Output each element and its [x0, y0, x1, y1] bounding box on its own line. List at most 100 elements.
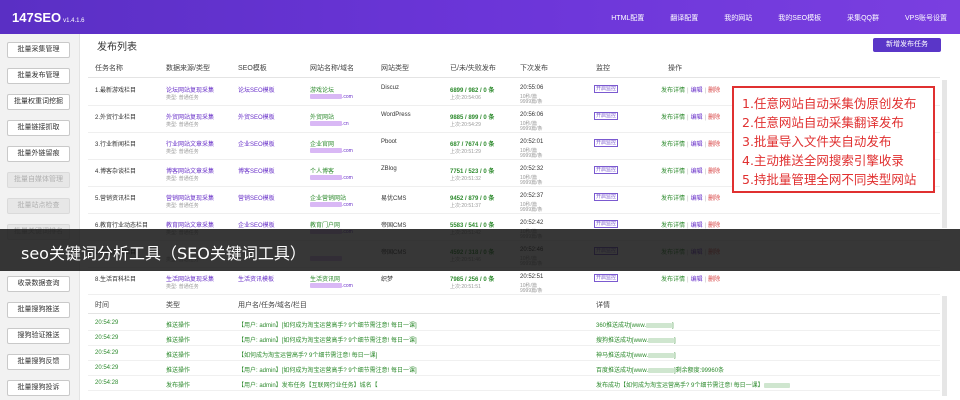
top-bar: 147SEO v1.4.1.6 HTML配置 翻译配置 我的网站 我的SEO模板 … [0, 0, 960, 34]
task-site-type: WordPress [381, 112, 411, 118]
callout-line-1: 1.任意网站自动采集伪原创发布 [742, 96, 917, 111]
masked-url [763, 382, 790, 388]
masked-url [648, 337, 675, 343]
sidebar-item-sogou-push[interactable]: 批量搜狗推送 [7, 302, 70, 318]
sidebar: 批量采集管理 批量发布管理 批量权重词挖掘 批量链接抓取 批量外链留痕 批量自媒… [0, 34, 80, 400]
sidebar-item-link-crawl[interactable]: 批量链接抓取 [7, 120, 70, 136]
sidebar-item-site-check[interactable]: 批量站点检查 [7, 198, 70, 214]
sidebar-item-publish[interactable]: 批量发布管理 [7, 68, 70, 84]
detail-link[interactable]: 发布详情 [661, 196, 685, 202]
task-source[interactable]: 博客网站文章采集 [166, 166, 214, 175]
sidebar-item-sogou-feedback[interactable]: 批量搜狗反馈 [7, 354, 70, 370]
new-task-button[interactable]: 新增发布任务 [873, 38, 941, 52]
log-scrollbar[interactable] [942, 296, 947, 396]
feature-callout: 1.任意网站自动采集伪原创发布 2.任意网站自动采集翻译发布 3.批量导入文件夹… [732, 86, 935, 193]
task-source[interactable]: 行业网站文章采集 [166, 139, 214, 148]
task-source[interactable]: 营销网站复现采集 [166, 193, 214, 202]
task-sub-type: 类型: 普通任务 [166, 95, 199, 101]
task-next-time: 20:52:01 [520, 139, 544, 145]
task-next-time: 20:52:37 [520, 193, 544, 199]
task-site-name[interactable]: 外贸网站 [310, 112, 334, 121]
edit-link[interactable]: 编辑 [691, 142, 703, 148]
task-seo-template[interactable]: 企业SEO模板 [238, 220, 275, 229]
sidebar-item-collect[interactable]: 批量采集管理 [7, 42, 70, 58]
task-seo-template[interactable]: 外贸SEO模板 [238, 112, 275, 121]
monitor-toggle[interactable]: 开启监控 [594, 193, 618, 201]
log-type: 推送操作 [166, 353, 191, 359]
task-site-name[interactable]: 企业营销网站 [310, 193, 346, 202]
delete-link[interactable]: 删除 [708, 277, 720, 283]
delete-link[interactable]: 删除 [708, 196, 720, 202]
task-source[interactable]: 外贸网站复现采集 [166, 112, 214, 121]
log-type: 推送操作 [166, 323, 191, 329]
task-site-type: 帝国CMS [381, 223, 407, 229]
detail-link[interactable]: 发布详情 [661, 169, 685, 175]
callout-line-4: 4.主动推送全网搜索引擎收录 [742, 153, 904, 168]
monitor-toggle[interactable]: 开启监控 [594, 112, 618, 120]
sidebar-item-sogou-verify[interactable]: 搜狗验证推送 [7, 328, 70, 344]
log-row: 20:54:29 推送操作 【用户: admin】[如何成为淘宝运营高手? 9个细节… [88, 361, 940, 376]
task-site-name[interactable]: 个人博客 [310, 166, 334, 175]
task-site-name[interactable]: 教育门户网 [310, 220, 340, 229]
task-sub-type: 类型: 普通任务 [166, 176, 199, 182]
task-stats: 9452 / 879 / 0 条 [450, 196, 495, 202]
detail-link[interactable]: 发布详情 [661, 277, 685, 283]
edit-link[interactable]: 编辑 [691, 169, 703, 175]
task-site-domain: .com [310, 94, 353, 100]
task-site-name[interactable]: 游戏论坛 [310, 85, 334, 94]
monitor-toggle[interactable]: 开启监控 [594, 220, 618, 228]
monitor-toggle[interactable]: 开启监控 [594, 274, 618, 282]
page-title: 发布列表 [97, 42, 137, 53]
edit-link[interactable]: 编辑 [691, 277, 703, 283]
sidebar-item-sogou-complaint[interactable]: 批量搜狗投诉 [7, 380, 70, 396]
log-time: 20:54:29 [95, 365, 119, 371]
delete-link[interactable]: 删除 [708, 115, 720, 121]
task-name: 3.行业新闻栏目 [95, 142, 137, 148]
nav-translate-config[interactable]: 翻译配置 [657, 0, 711, 34]
log-type: 推送操作 [166, 368, 191, 374]
sidebar-item-backlinks[interactable]: 批量外链留痕 [7, 146, 70, 162]
col-ops: 操作 [668, 65, 682, 72]
monitor-toggle[interactable]: 开启监控 [594, 166, 618, 174]
task-source[interactable]: 教育网站文章采集 [166, 220, 214, 229]
delete-link[interactable]: 删除 [708, 88, 720, 94]
task-seo-template[interactable]: 生活资讯模板 [238, 274, 274, 283]
nav-my-sites[interactable]: 我的网站 [711, 0, 765, 34]
delete-link[interactable]: 删除 [708, 169, 720, 175]
log-col-detail: 详情 [596, 302, 610, 309]
app-logo[interactable]: 147SEO v1.4.1.6 [12, 10, 85, 25]
task-seo-template[interactable]: 营销SEO模板 [238, 193, 275, 202]
detail-link[interactable]: 发布详情 [661, 115, 685, 121]
task-seo-template[interactable]: 论坛SEO模板 [238, 85, 275, 94]
task-source[interactable]: 生活网站复现采集 [166, 274, 214, 283]
delete-link[interactable]: 删除 [708, 142, 720, 148]
col-monitor: 监控 [596, 65, 610, 72]
col-task-name: 任务名称 [95, 65, 123, 72]
detail-link[interactable]: 发布详情 [661, 88, 685, 94]
log-row: 20:54:29 推送操作 【用户: admin】[如何成为淘宝运营高手? 9个细节… [88, 316, 940, 331]
task-site-name[interactable]: 生活资讯网 [310, 274, 340, 283]
edit-link[interactable]: 编辑 [691, 196, 703, 202]
monitor-toggle[interactable]: 开启监控 [594, 139, 618, 147]
row-actions: 发布详情|编辑|删除 [661, 115, 721, 121]
table-scrollbar[interactable] [942, 80, 947, 228]
nav-html-config[interactable]: HTML配置 [598, 0, 657, 34]
log-desc: 【用户: admin】[如何成为淘宝运营高手? 9个细节需注意! 每日一课] [238, 368, 417, 374]
log-detail: 360推送成功[www.] [596, 322, 674, 329]
sidebar-item-media[interactable]: 批量自媒体管理 [7, 172, 70, 188]
edit-link[interactable]: 编辑 [691, 88, 703, 94]
sidebar-item-index-query[interactable]: 收录数据查询 [7, 276, 70, 292]
task-seo-template[interactable]: 博客SEO模板 [238, 166, 275, 175]
sidebar-item-keyword-mining[interactable]: 批量权重词挖掘 [7, 94, 70, 110]
nav-vps-settings[interactable]: VPS账号设置 [892, 0, 960, 34]
nav-seo-templates[interactable]: 我的SEO模板 [765, 0, 834, 34]
detail-link[interactable]: 发布详情 [661, 142, 685, 148]
task-site-name[interactable]: 企业官网 [310, 139, 334, 148]
task-seo-template[interactable]: 企业SEO模板 [238, 139, 275, 148]
task-limit: 9999篇/条 [520, 153, 543, 159]
edit-link[interactable]: 编辑 [691, 115, 703, 121]
task-name: 5.营销资讯栏目 [95, 196, 137, 202]
nav-qq-group[interactable]: 采集QQ群 [834, 0, 892, 34]
monitor-toggle[interactable]: 开启监控 [594, 85, 618, 93]
task-source[interactable]: 论坛网站复现采集 [166, 85, 214, 94]
